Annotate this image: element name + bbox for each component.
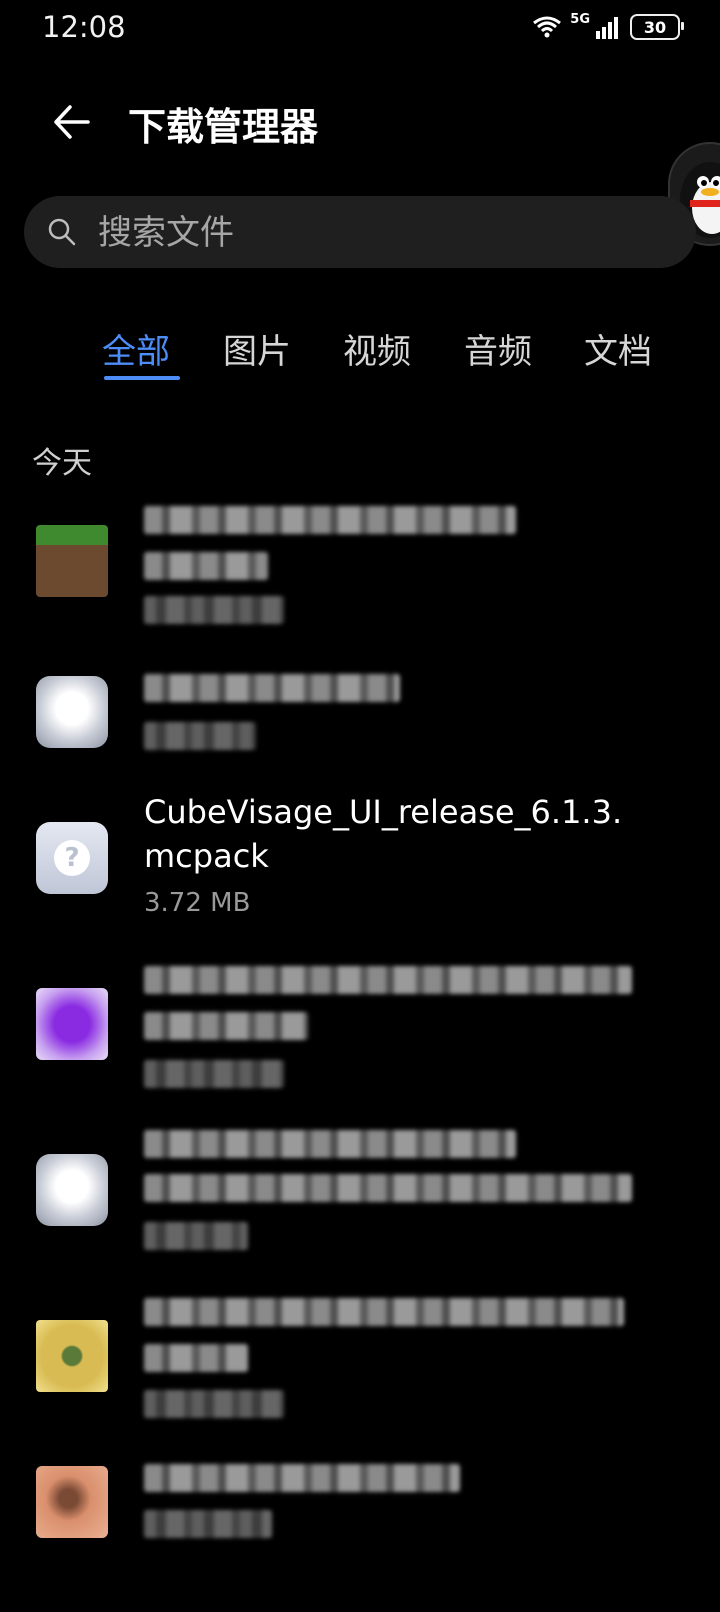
list-item[interactable] (0, 1124, 720, 1264)
battery-level: 30 (643, 17, 667, 37)
blurred-file-name (144, 1130, 516, 1158)
blurred-file-size (144, 1510, 272, 1538)
list-item[interactable] (0, 500, 720, 640)
section-header-today: 今天 (32, 446, 92, 481)
tab-images[interactable]: 图片 (223, 324, 291, 373)
list-item[interactable] (0, 664, 720, 764)
tab-videos[interactable]: 视频 (343, 324, 411, 373)
blurred-file-size (144, 722, 256, 750)
tab-documents[interactable]: 文档 (584, 324, 652, 373)
back-arrow-icon[interactable] (48, 98, 96, 146)
file-name: CubeVisage_UI_release_6.1.3. mcpack (144, 790, 664, 878)
signal-icon (596, 17, 618, 39)
white-orb-icon (36, 1154, 108, 1226)
list-item[interactable] (0, 1290, 720, 1430)
white-orb-icon (36, 676, 108, 748)
wifi-icon (533, 16, 562, 38)
file-name-line: mcpack (144, 837, 269, 875)
grass-block-icon (36, 525, 108, 597)
blurred-file-name (144, 674, 400, 702)
tab-audio[interactable]: 音频 (464, 324, 532, 373)
blurred-file-name (144, 1298, 624, 1326)
blurred-file-name (144, 1344, 248, 1372)
blurred-file-name (144, 552, 268, 580)
status-time: 12:08 (42, 10, 126, 44)
active-tab-indicator (104, 376, 180, 380)
status-bar: 12:08 5G 30 (0, 0, 720, 56)
blurred-file-name (144, 1174, 632, 1202)
status-icons: 5G 30 (532, 12, 684, 42)
blurred-file-name (144, 1012, 308, 1040)
yellow-block-icon (36, 1320, 108, 1392)
copper-block-icon (36, 1466, 108, 1538)
tab-all[interactable]: 全部 (102, 324, 170, 373)
page-title: 下载管理器 (128, 105, 319, 149)
file-name-line: CubeVisage_UI_release_6.1.3. (144, 793, 623, 831)
category-tabs: 全部 图片 视频 音频 文档 (0, 316, 720, 386)
question-mark-icon: ? (54, 840, 90, 876)
tabs-fade-edge (650, 316, 720, 386)
blurred-file-name (144, 1464, 460, 1492)
blurred-file-size (144, 596, 284, 624)
file-size: 3.72 MB (144, 888, 251, 918)
blurred-file-name (144, 506, 516, 534)
blurred-file-name (144, 966, 632, 994)
blurred-file-size (144, 1390, 284, 1418)
purple-gem-icon (36, 988, 108, 1060)
list-item[interactable] (0, 1456, 720, 1612)
list-item[interactable]: ? CubeVisage_UI_release_6.1.3. mcpack 3.… (0, 790, 720, 930)
battery-icon: 30 (630, 14, 684, 40)
network-type-label: 5G (570, 12, 590, 27)
unknown-file-icon: ? (36, 822, 108, 894)
blurred-file-size (144, 1060, 284, 1088)
search-bar[interactable] (24, 196, 696, 268)
list-item[interactable] (0, 958, 720, 1098)
blurred-file-size (144, 1222, 248, 1250)
search-input[interactable] (96, 208, 660, 258)
app-header: 下载管理器 (0, 80, 720, 162)
search-icon (48, 218, 76, 246)
